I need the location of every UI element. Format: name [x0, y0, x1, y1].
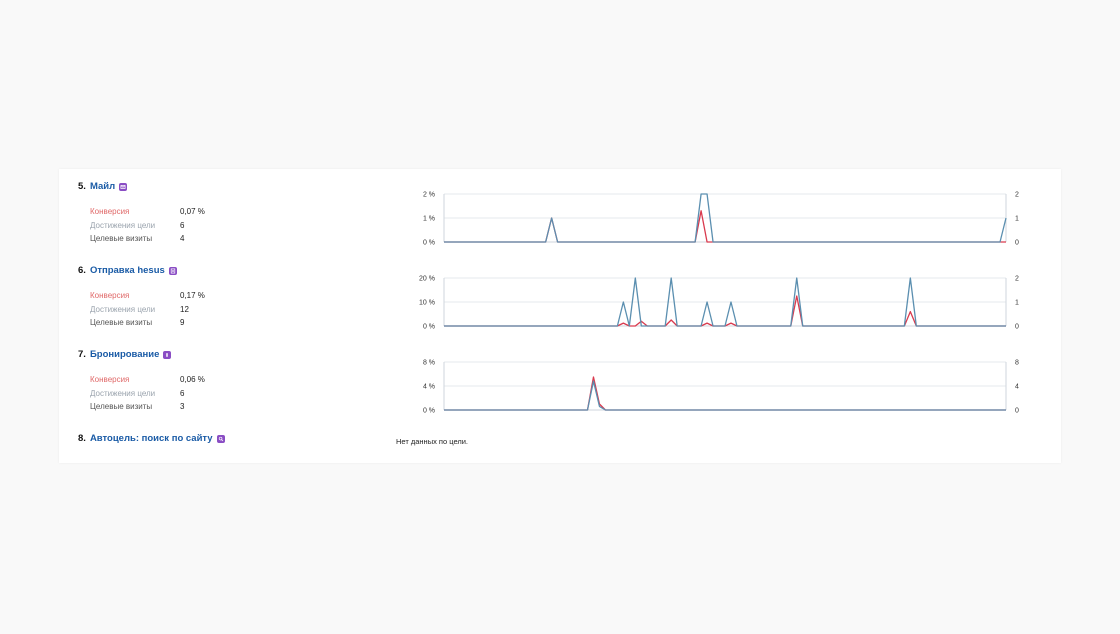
achievements-value: 6 [180, 220, 185, 230]
goal-title: 8. Автоцель: поиск по сайту [78, 433, 225, 444]
visits-value: 3 [180, 402, 185, 411]
y-left-tick-label: 10 % [419, 300, 435, 307]
y-right-tick-label: 1 [1015, 216, 1019, 223]
goal-row: 6. Отправка hesus Конверсия 0,17 % Достиж… [59, 253, 1061, 337]
achievements-label: Достижения цели [90, 388, 156, 398]
y-left-tick-label: 20 % [419, 276, 435, 283]
goal-link[interactable]: Бронирование [90, 349, 159, 360]
conversion-label: Конверсия [90, 375, 130, 384]
y-left-tick-label: 0 % [423, 240, 435, 247]
conversion-line [444, 210, 1006, 243]
goal-row: 8. Автоцель: поиск по сайту [59, 421, 1061, 463]
y-left-tick-label: 2 % [423, 192, 435, 199]
conversion-line [444, 295, 1006, 327]
conversion-line [444, 376, 1006, 411]
conversion-label: Конверсия [90, 291, 130, 300]
achievements-label: Достижения цели [90, 304, 156, 314]
conversion-value: 0,06 % [180, 375, 205, 384]
achievements-label: Достижения цели [90, 220, 156, 230]
y-left-tick-label: 4 % [423, 384, 435, 391]
goal-title: 7. Бронирование [78, 349, 172, 360]
goals-panel: 5. Майл Конверсия 0,07 % Достижения цели 6… [59, 169, 1061, 463]
conversion-value: 0,17 % [180, 291, 205, 300]
y-right-tick-label: 0 [1015, 240, 1019, 247]
visits-label: Целевые визиты [90, 234, 153, 243]
visits-value: 4 [180, 234, 185, 243]
form-icon [168, 266, 177, 275]
goal-title: 6. Отправка hesus [78, 265, 177, 276]
goal-title: 5. Майл [78, 181, 128, 192]
goal-number: 6. [78, 265, 86, 276]
no-data-message: Нет данных по цели. [396, 437, 469, 446]
goal-link[interactable]: Майл [90, 181, 115, 192]
search-icon [216, 434, 225, 443]
goal-chart: 2 % 2 1 % 1 0 % 0 [423, 192, 1019, 247]
y-left-tick-label: 1 % [423, 216, 435, 223]
goal-number: 5. [78, 181, 86, 192]
goal-number: 7. [78, 349, 86, 360]
goal-chart: 20 % 210 % 10 % 0 [419, 276, 1019, 331]
y-right-tick-label: 2 [1015, 192, 1019, 199]
visits-value: 9 [180, 318, 185, 327]
y-left-tick-label: 0 % [423, 408, 435, 415]
booking-icon [163, 350, 172, 359]
goal-row: 7. Бронирование Конверсия 0,06 % Достижен… [59, 337, 1061, 421]
goal-chart: 8 % 8 4 % 4 0 % 0 [423, 360, 1019, 415]
goal-number: 8. [78, 433, 86, 444]
visits-label: Целевые визиты [90, 318, 153, 327]
conversion-value: 0,07 % [180, 207, 205, 216]
y-right-tick-label: 0 [1015, 408, 1019, 415]
mail-icon [119, 182, 128, 191]
y-right-tick-label: 2 [1015, 276, 1019, 283]
visits-label: Целевые визиты [90, 402, 153, 411]
y-right-tick-label: 8 [1015, 360, 1019, 367]
y-left-tick-label: 0 % [423, 324, 435, 331]
y-right-tick-label: 1 [1015, 300, 1019, 307]
goal-link[interactable]: Отправка hesus [90, 265, 165, 276]
y-left-tick-label: 8 % [423, 360, 435, 367]
achievements-value: 12 [180, 304, 189, 314]
y-right-tick-label: 0 [1015, 324, 1019, 331]
conversion-label: Конверсия [90, 207, 130, 216]
goal-row: 5. Майл Конверсия 0,07 % Достижения цели 6… [59, 169, 1061, 253]
y-right-tick-label: 4 [1015, 384, 1019, 391]
goal-link[interactable]: Автоцель: поиск по сайту [90, 433, 213, 444]
achievements-value: 6 [180, 388, 185, 398]
